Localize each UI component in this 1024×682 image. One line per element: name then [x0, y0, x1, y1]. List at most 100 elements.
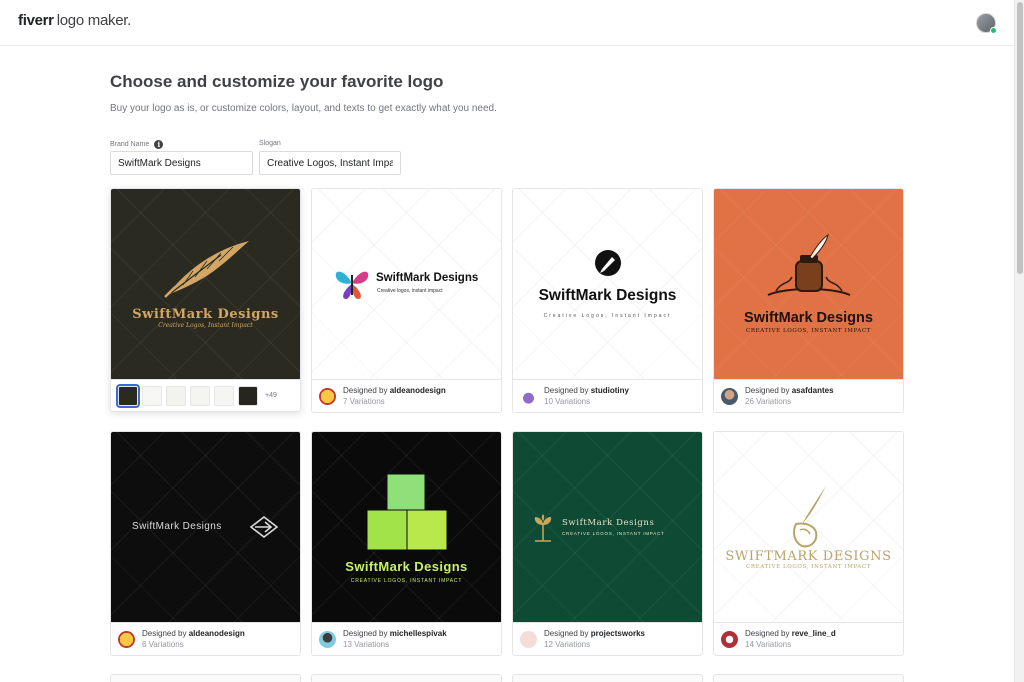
designer-name[interactable]: studiotiny: [591, 386, 629, 395]
designer-info: Designed by asafdantes 26 Variations: [714, 379, 903, 412]
logo-card-11-partial[interactable]: [512, 674, 703, 682]
top-header: fiverr logo maker.: [0, 0, 1014, 46]
logo-slogan-text: CREATIVE LOGOS, INSTANT IMPACT: [350, 578, 463, 584]
online-status-dot: [990, 27, 997, 34]
swatch-4[interactable]: [190, 385, 210, 406]
designer-avatar[interactable]: [721, 387, 738, 405]
swatch-3[interactable]: [166, 385, 186, 406]
logo-slogan-text: CREATIVE LOGOS, INSTANT IMPACT: [746, 564, 871, 570]
logo-brand: fiverr: [18, 12, 54, 29]
designed-by-label: Designed by: [544, 629, 589, 638]
green-cubes-icon: [366, 473, 448, 551]
logo-card-6[interactable]: SwiftMark Designs CREATIVE LOGOS, INSTAN…: [311, 431, 502, 656]
logo-preview[interactable]: SwiftMark Designs: [111, 432, 300, 622]
logo-card-12-partial[interactable]: [713, 674, 904, 682]
swatch-5[interactable]: [214, 385, 234, 406]
designer-avatar[interactable]: [520, 387, 537, 405]
slogan-label: Slogan: [259, 140, 281, 147]
logo-card-8[interactable]: SWIFTMARK DESIGNS CREATIVE LOGOS, INSTAN…: [713, 431, 904, 656]
logo-brand-text: SwiftMark Designs: [538, 287, 677, 304]
variations-count: 12 Variations: [544, 640, 591, 649]
logo-preview[interactable]: SwiftMark Designs CREATIVE LOGOS, INSTAN…: [513, 432, 702, 622]
logo-preview[interactable]: SwiftMark Designs CREATIVE LOGOS, INSTAN…: [714, 189, 903, 379]
designer-info: Designed by michellespivak 13 Variations: [312, 622, 501, 655]
more-swatches-count[interactable]: +49: [265, 392, 277, 399]
fiverr-logo-maker-logo[interactable]: fiverr logo maker.: [18, 12, 131, 29]
pen-nib-circle-icon: [595, 250, 621, 276]
info-icon[interactable]: i: [154, 140, 164, 149]
designed-by-label: Designed by: [745, 629, 790, 638]
page-title: Choose and customize your favorite logo: [110, 72, 444, 91]
logo-card-10-partial[interactable]: [311, 674, 502, 682]
designer-name[interactable]: asafdantes: [792, 386, 834, 395]
variations-count: 26 Variations: [745, 397, 792, 406]
designer-info: Designed by studiotiny 10 Variations: [513, 379, 702, 412]
designer-avatar[interactable]: [721, 630, 738, 648]
brand-name-input[interactable]: [110, 151, 253, 175]
designer-info: Designed by aldeanodesign 6 Variations: [111, 622, 300, 655]
swatch-6[interactable]: [238, 385, 258, 406]
variations-count: 13 Variations: [343, 640, 390, 649]
designer-info: Designed by reve_line_d 14 Variations: [714, 622, 903, 655]
logo-card-9-partial[interactable]: [110, 674, 301, 682]
logo-preview[interactable]: SwiftMark Designs Creative logos, instan…: [312, 189, 501, 379]
designed-by-label: Designed by: [343, 629, 388, 638]
variations-count: 14 Variations: [745, 640, 792, 649]
designer-name[interactable]: aldeanodesign: [390, 386, 446, 395]
diamond-arrow-icon: [249, 516, 279, 538]
designer-name[interactable]: reve_line_d: [792, 629, 836, 638]
page-subtitle: Buy your logo as is, or customize colors…: [110, 103, 497, 114]
variations-count: 7 Variations: [343, 397, 385, 406]
logo-preview[interactable]: SwiftMark Designs Creative Logos, Instan…: [513, 189, 702, 379]
butterfly-icon: [335, 271, 369, 299]
logo-card-4[interactable]: SwiftMark Designs CREATIVE LOGOS, INSTAN…: [713, 188, 904, 413]
slogan-input[interactable]: [259, 151, 401, 175]
logo-brand-text: SwiftMark Designs: [376, 272, 479, 284]
quill-feather-icon: [164, 241, 249, 298]
logo-card-5[interactable]: SwiftMark Designs Designed by aldeanodes…: [110, 431, 301, 656]
variations-count: 6 Variations: [142, 640, 184, 649]
logo-preview[interactable]: SwiftMark Designs CREATIVE LOGOS, INSTAN…: [312, 432, 501, 622]
plant-sprout-icon: [534, 514, 552, 542]
logo-card-3[interactable]: SwiftMark Designs Creative Logos, Instan…: [512, 188, 703, 413]
designed-by-label: Designed by: [544, 386, 589, 395]
inkwell-quill-icon: [767, 233, 851, 296]
color-swatches: +49: [111, 379, 300, 411]
logo-card-7[interactable]: SwiftMark Designs CREATIVE LOGOS, INSTAN…: [512, 431, 703, 656]
logo-slogan-text: CREATIVE LOGOS, INSTANT IMPACT: [746, 328, 871, 334]
logo-preview[interactable]: SwiftMark Designs Creative Logos, Instan…: [111, 189, 300, 379]
logo-slogan-text: Creative logos, instant impact: [377, 288, 443, 294]
designed-by-label: Designed by: [142, 629, 187, 638]
user-avatar[interactable]: [976, 13, 997, 34]
logo-brand-text: SWIFTMARK DESIGNS: [725, 549, 892, 564]
designer-avatar[interactable]: [118, 630, 135, 648]
logo-slogan-text: CREATIVE LOGOS, INSTANT IMPACT: [562, 531, 665, 536]
brand-name-label: Brand Name i: [110, 140, 164, 149]
designer-info: Designed by aldeanodesign 7 Variations: [312, 379, 501, 412]
designed-by-label: Designed by: [745, 386, 790, 395]
scrollbar-thumb[interactable]: [1017, 2, 1023, 274]
logo-brand-text: SwiftMark Designs: [132, 521, 222, 532]
logo-slogan-text: Creative Logos, Instant Impact: [158, 322, 253, 329]
logo-product: logo maker.: [56, 12, 132, 29]
designer-name[interactable]: aldeanodesign: [189, 629, 245, 638]
designed-by-label: Designed by: [343, 386, 388, 395]
logo-brand-text: SwiftMark Designs: [744, 310, 873, 326]
logo-preview[interactable]: SWIFTMARK DESIGNS CREATIVE LOGOS, INSTAN…: [714, 432, 903, 622]
logo-card-1[interactable]: SwiftMark Designs Creative Logos, Instan…: [110, 188, 301, 412]
designer-name[interactable]: michellespivak: [390, 629, 447, 638]
vertical-scrollbar[interactable]: [1014, 0, 1024, 682]
brand-name-label-text: Brand Name: [110, 141, 150, 148]
designer-info: Designed by projectsworks 12 Variations: [513, 622, 702, 655]
quill-hand-icon: [793, 486, 826, 548]
designer-avatar[interactable]: [319, 387, 336, 405]
logo-slogan-text: Creative Logos, Instant Impact: [543, 313, 672, 319]
designer-avatar[interactable]: [520, 630, 537, 648]
logo-card-2[interactable]: SwiftMark Designs Creative logos, instan…: [311, 188, 502, 413]
swatch-1[interactable]: [116, 383, 140, 408]
designer-name[interactable]: projectsworks: [591, 629, 645, 638]
logo-brand-text: SwiftMark Designs: [562, 518, 655, 528]
logo-brand-text: SwiftMark Designs: [132, 307, 279, 322]
designer-avatar[interactable]: [319, 630, 336, 648]
swatch-2[interactable]: [142, 385, 162, 406]
